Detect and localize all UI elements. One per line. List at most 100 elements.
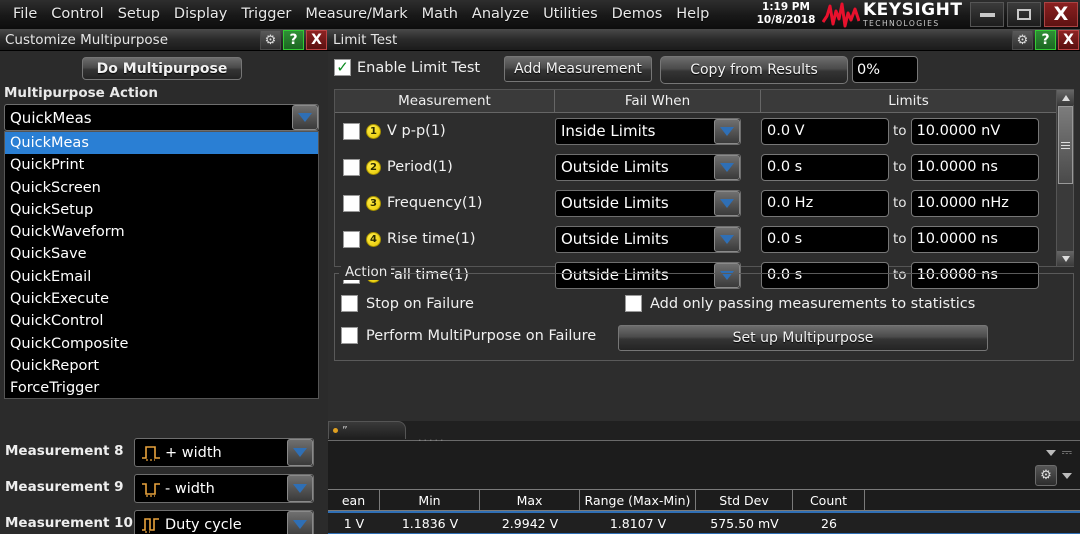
chevron-down-icon[interactable] [1045,449,1056,456]
maximize-button[interactable] [1007,2,1041,27]
limit-test-help-button[interactable]: ? [1035,30,1056,50]
do-multipurpose-button[interactable]: Do Multipurpose [82,57,242,80]
multipurpose-action-dropdown-button[interactable] [292,105,318,130]
copy-from-results-button[interactable]: Copy from Results [660,56,848,84]
row-4-lower-limit-input[interactable]: 0.0 s [761,225,889,253]
limit-test-gear-button[interactable]: ⚙ [1012,30,1033,50]
minimize-button[interactable] [970,2,1004,27]
menu-item-math[interactable]: Math [415,0,465,29]
menu-item-setup[interactable]: Setup [111,0,167,29]
dropdown-option-quickreport[interactable]: QuickReport [5,355,318,377]
multipurpose-action-value: QuickMeas [10,108,92,127]
add-measurement-button[interactable]: Add Measurement [504,56,652,82]
row-1-number-badge: 1 [366,123,381,139]
left-panel-title-bar: Customize Multipurpose ⚙ ? X [0,29,328,51]
row-2-lower-limit-input[interactable]: 0.0 s [761,153,889,181]
menu-item-trigger[interactable]: Trigger [234,0,298,29]
dropdown-option-quickexecute[interactable]: QuickExecute [5,288,318,310]
perform-multipurpose-row[interactable]: Perform MultiPurpose on Failure [341,327,596,344]
waveform-logo-icon [822,2,860,27]
measurement-8-dropdown-button[interactable] [287,439,313,466]
row-3-upper-limit-input[interactable]: 10.0000 nHz [910,189,1039,217]
dropdown-option-quickcomposite[interactable]: QuickComposite [5,333,318,355]
row-4-fail-when-dropdown-button[interactable] [714,226,740,252]
row-3-lower-limit-input[interactable]: 0.0 Hz [761,189,889,217]
stop-on-failure-checkbox[interactable] [341,295,358,312]
row-3-to-label: to [893,195,907,211]
row-1-fail-when-dropdown-button[interactable] [714,118,740,144]
window-close-button[interactable]: X [1044,2,1078,27]
scrollbar-thumb[interactable] [1058,106,1073,184]
left-panel-title-buttons: ⚙ ? X [260,30,327,50]
row-1-fail-when-select[interactable]: Inside Limits [555,117,741,145]
pin-icon[interactable]: ⎓ [1062,445,1072,460]
dropdown-option-forcetrigger[interactable]: ForceTrigger [5,377,318,399]
stat-cell-blank [865,513,1080,533]
perform-multipurpose-checkbox[interactable] [341,327,358,344]
dropdown-option-quickwaveform[interactable]: QuickWaveform [5,221,318,243]
menu-item-display[interactable]: Display [167,0,234,29]
measurement-9-select[interactable]: - width [134,474,314,503]
stat-cell-stddev: 575.50 mV [710,516,779,531]
progress-percent-field[interactable]: 0% [852,56,918,83]
chevron-down-icon[interactable] [1062,472,1072,479]
menu-item-utilities[interactable]: Utilities [536,0,605,29]
row-3-fail-when-select[interactable]: Outside Limits [555,189,741,217]
row-2-fail-when-select[interactable]: Outside Limits [555,153,741,181]
dropdown-option-quickscreen[interactable]: QuickScreen [5,177,318,199]
row-4-checkbox[interactable] [343,230,360,248]
menu-item-file[interactable]: File [6,0,44,29]
menu-item-demos[interactable]: Demos [605,0,670,29]
multipurpose-action-select[interactable]: QuickMeas [4,104,319,131]
left-panel-close-button[interactable]: X [306,30,327,50]
menu-item-analyze[interactable]: Analyze [465,0,536,29]
left-panel-help-button[interactable]: ? [283,30,304,50]
row-1-lower-limit-input[interactable]: 0.0 V [761,117,889,145]
row-3-checkbox[interactable] [343,194,360,212]
action-group: Action Stop on Failure Add only passing … [334,264,1074,361]
row-1-checkbox[interactable] [343,122,360,140]
dropdown-option-quicksetup[interactable]: QuickSetup [5,199,318,221]
row-4-upper-limit-input[interactable]: 10.0000 ns [910,225,1039,253]
measurement-9-label: Measurement 9 [5,479,124,495]
results-tab-stub[interactable]: ” [328,421,406,439]
stat-column-count: Count [793,490,865,510]
menu-item-measure-mark[interactable]: Measure/Mark [298,0,414,29]
menu-item-help[interactable]: Help [669,0,716,29]
measurement-10-select[interactable]: Duty cycle [134,510,314,534]
row-2-upper-limit-input[interactable]: 10.0000 ns [910,153,1039,181]
limit-test-grid-scrollbar[interactable] [1056,90,1074,266]
limit-test-close-button[interactable]: X [1058,30,1079,50]
dropdown-option-quickcontrol[interactable]: QuickControl [5,310,318,332]
row-4-fail-when-select[interactable]: Outside Limits [555,225,741,253]
enable-limit-test-checkbox[interactable]: ✓ [334,59,351,76]
add-passing-measurements-row[interactable]: Add only passing measurements to statist… [625,295,975,312]
measurement-10-value: Duty cycle [165,516,242,533]
multipurpose-action-dropdown-list[interactable]: QuickMeas QuickPrint QuickScreen QuickSe… [4,131,319,399]
row-2-fail-when-dropdown-button[interactable] [714,154,740,180]
set-up-multipurpose-button[interactable]: Set up Multipurpose [618,325,988,351]
row-1-upper-limit-input[interactable]: 10.0000 nV [910,117,1039,145]
dropdown-option-quickmeas[interactable]: QuickMeas [5,132,318,155]
stat-cell-mean: 1 V [343,516,365,531]
row-3-fail-when-dropdown-button[interactable] [714,190,740,216]
measurement-8-select[interactable]: + width [134,438,314,467]
dropdown-option-quickprint[interactable]: QuickPrint [5,154,318,176]
stop-on-failure-row[interactable]: Stop on Failure [341,295,474,312]
scrollbar-up-button[interactable] [1057,90,1074,105]
dropdown-option-quickemail[interactable]: QuickEmail [5,266,318,288]
pulse-duty-cycle-icon [142,517,159,533]
limit-test-body: ✓ Enable Limit Test Add Measurement Copy… [328,51,1080,421]
measurement-10-dropdown-button[interactable] [287,511,313,534]
enable-limit-test-row[interactable]: ✓ Enable Limit Test [334,59,480,76]
dropdown-option-quicksave[interactable]: QuickSave [5,243,318,265]
add-passing-measurements-checkbox[interactable] [625,295,642,312]
row-2-checkbox[interactable] [343,158,360,176]
measurement-9-dropdown-button[interactable] [287,475,313,502]
menu-item-control[interactable]: Control [44,0,110,29]
limit-test-grid-header: Measurement Fail When Limits [335,90,1073,113]
results-gear-button[interactable]: ⚙ [1035,465,1057,486]
left-panel-gear-button[interactable]: ⚙ [260,30,281,50]
row-2-fail-when-value: Outside Limits [561,158,669,176]
scrollbar-down-button[interactable] [1057,251,1074,266]
